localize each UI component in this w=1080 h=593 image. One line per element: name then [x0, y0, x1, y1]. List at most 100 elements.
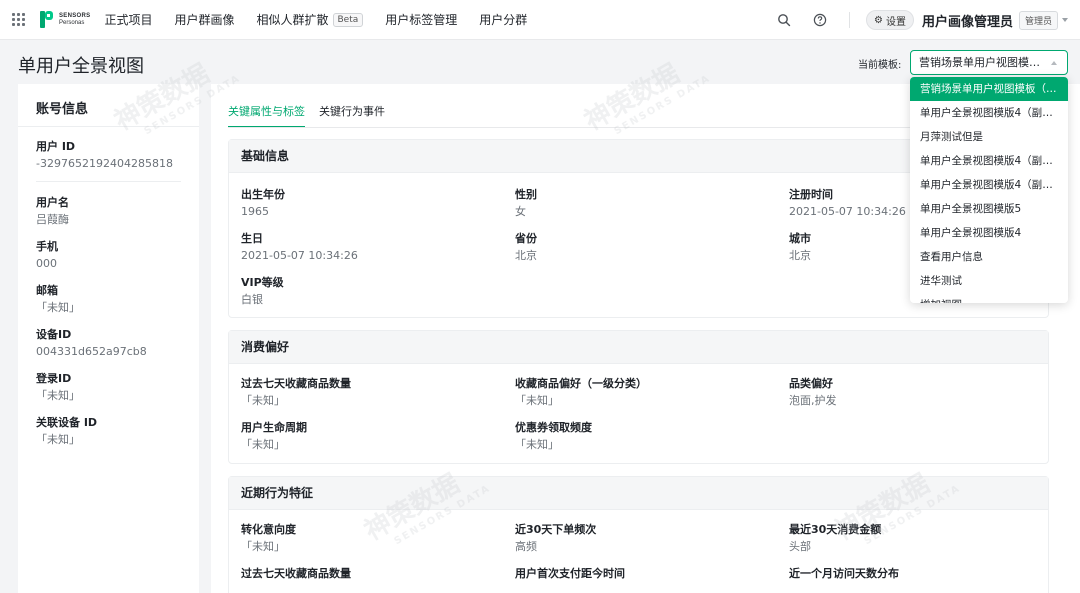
attr-item: 转化意向度 「未知」: [241, 523, 296, 555]
template-select[interactable]: 营销场景单用户视图模板（副本）: [910, 50, 1068, 75]
attr-value: 「未知」: [241, 540, 285, 553]
dropdown-option[interactable]: 单用户全景视图模版4（副本）: [910, 173, 1068, 197]
field-label: 关联设备 ID: [36, 416, 98, 429]
attr-item: 优惠券领取频度 「未知」: [515, 421, 592, 453]
gear-icon: ⚙: [874, 14, 883, 26]
dropdown-option[interactable]: 单用户全景视图模版4（副本）: [910, 101, 1068, 125]
dropdown-option[interactable]: 增加视图: [910, 293, 1068, 303]
attr-label: 优惠券领取频度: [515, 421, 592, 434]
field-value: 「未知」: [36, 433, 80, 446]
user-name[interactable]: 用户画像管理员: [922, 11, 1013, 30]
attr-item: 过去七天收藏商品数量 「未知」: [241, 377, 351, 409]
attr-label: 转化意向度: [241, 523, 296, 536]
logo[interactable]: SENSORS Personas: [40, 11, 90, 28]
template-select-value: 营销场景单用户视图模板（副本）: [919, 56, 1068, 69]
attr-item: 收藏商品偏好（一级分类） 「未知」: [515, 377, 647, 409]
attr-value: 「未知」: [241, 438, 285, 451]
field-value: 吕葭酶: [36, 213, 69, 226]
dropdown-option[interactable]: 营销场景单用户视图模板（副本）: [910, 77, 1068, 101]
attr-label: 注册时间: [789, 188, 833, 201]
top-nav: SENSORS Personas 正式项目 用户群画像 相似人群扩散 Beta …: [0, 0, 1080, 40]
attr-value: 高频: [515, 540, 537, 553]
field-label: 用户 ID: [36, 140, 76, 153]
attr-item: 出生年份 1965: [241, 188, 285, 220]
dropdown-option[interactable]: 进华测试: [910, 269, 1068, 293]
attr-label: 过去七天收藏商品数量: [241, 567, 351, 580]
role-badge: 管理员: [1018, 10, 1058, 30]
nav-crowd-portrait[interactable]: 用户群画像: [174, 11, 234, 28]
tab-bar: 关键属性与标签 关键行为事件: [228, 84, 399, 128]
dropdown-option[interactable]: 查看用户信息: [910, 245, 1068, 269]
field-value: 000: [36, 257, 57, 270]
nav-lookalike-label: 相似人群扩散: [256, 13, 329, 27]
section-title: 消费偏好: [229, 331, 1048, 364]
dropdown-option[interactable]: 月萍测试但是: [910, 125, 1068, 149]
section-recent-behavior: 近期行为特征 转化意向度 「未知」 近30天下单频次 高频 最近30天消费金额 …: [228, 476, 1049, 593]
attr-item: 用户生命周期 「未知」: [241, 421, 307, 453]
dropdown-option[interactable]: 单用户全景视图模版5: [910, 197, 1068, 221]
attr-value: 「未知」: [515, 394, 559, 407]
template-label: 当前模板:: [858, 60, 902, 71]
field-label: 邮箱: [36, 284, 58, 297]
tab-key-events[interactable]: 关键行为事件: [319, 84, 385, 128]
account-field-username: 用户名 吕葭酶: [36, 196, 69, 228]
attr-item: 近30天下单频次 高频: [515, 523, 596, 555]
attr-item: 省份 北京: [515, 232, 537, 264]
field-label: 登录ID: [36, 372, 72, 385]
attr-label: 城市: [789, 232, 811, 245]
attr-value: 白银: [241, 293, 263, 306]
search-icon[interactable]: [777, 13, 791, 27]
attr-item: 用户首次支付距今时间: [515, 567, 625, 581]
nav-tag-management[interactable]: 用户标签管理: [385, 11, 457, 28]
chevron-up-icon: [1051, 61, 1057, 65]
field-label: 设备ID: [36, 328, 72, 341]
attr-item: 性别 女: [515, 188, 537, 220]
attr-value: 2021-05-07 10:34:26: [789, 205, 906, 218]
nav-segmentation[interactable]: 用户分群: [479, 11, 527, 28]
attr-item: 注册时间 2021-05-07 10:34:26: [789, 188, 906, 220]
nav-project[interactable]: 正式项目: [104, 11, 152, 28]
help-icon[interactable]: [813, 13, 827, 27]
field-value: 「未知」: [36, 389, 80, 402]
field-label: 手机: [36, 240, 58, 253]
attr-value: 头部: [789, 540, 811, 553]
attr-item: 最近30天消费金额 头部: [789, 523, 881, 555]
sensors-logo-icon: [40, 11, 53, 28]
attr-value: 泡面,护发: [789, 394, 837, 407]
tab-key-attributes[interactable]: 关键属性与标签: [228, 84, 305, 128]
attr-value: 北京: [789, 249, 811, 262]
nav-lookalike[interactable]: 相似人群扩散 Beta: [256, 11, 364, 28]
attr-label: 性别: [515, 188, 537, 201]
divider: [36, 181, 181, 182]
field-value: 「未知」: [36, 301, 80, 314]
attr-label: 生日: [241, 232, 263, 245]
attr-value: 2021-05-07 10:34:26: [241, 249, 358, 262]
settings-button[interactable]: ⚙ 设置: [866, 10, 914, 30]
section-consumption-preference: 消费偏好 过去七天收藏商品数量 「未知」 收藏商品偏好（一级分类） 「未知」 品…: [228, 330, 1049, 464]
account-field-phone: 手机 000: [36, 240, 58, 272]
dropdown-option[interactable]: 单用户全景视图模版4: [910, 221, 1068, 245]
template-dropdown-menu: 营销场景单用户视图模板（副本） 单用户全景视图模版4（副本） 月萍测试但是 单用…: [910, 77, 1068, 303]
user-menu-chevron-down-icon[interactable]: [1062, 18, 1068, 22]
app-grid-icon[interactable]: [12, 12, 26, 27]
logo-line1: SENSORS: [59, 12, 91, 19]
account-field-device-id: 设备ID 004331d652a97cb8: [36, 328, 147, 360]
attr-item: VIP等级 白银: [241, 276, 284, 308]
attr-label: 出生年份: [241, 188, 285, 201]
attr-label: 用户首次支付距今时间: [515, 567, 625, 580]
attr-label: 收藏商品偏好（一级分类）: [515, 377, 647, 390]
attr-label: 省份: [515, 232, 537, 245]
attr-value: 1965: [241, 205, 269, 218]
account-title: 账号信息: [36, 102, 89, 117]
field-value: -3297652192404285818: [36, 157, 173, 170]
account-field-email: 邮箱 「未知」: [36, 284, 80, 316]
attr-label: 近30天下单频次: [515, 523, 597, 536]
attr-label: VIP等级: [241, 276, 284, 289]
nav-divider: [849, 12, 850, 28]
dropdown-option[interactable]: 单用户全景视图模版4（副本）: [910, 149, 1068, 173]
field-value: 004331d652a97cb8: [36, 345, 147, 358]
attr-item: 品类偏好 泡面,护发: [789, 377, 837, 409]
account-field-login-id: 登录ID 「未知」: [36, 372, 80, 404]
logo-line2: Personas: [59, 19, 85, 26]
attr-value: 「未知」: [241, 394, 285, 407]
